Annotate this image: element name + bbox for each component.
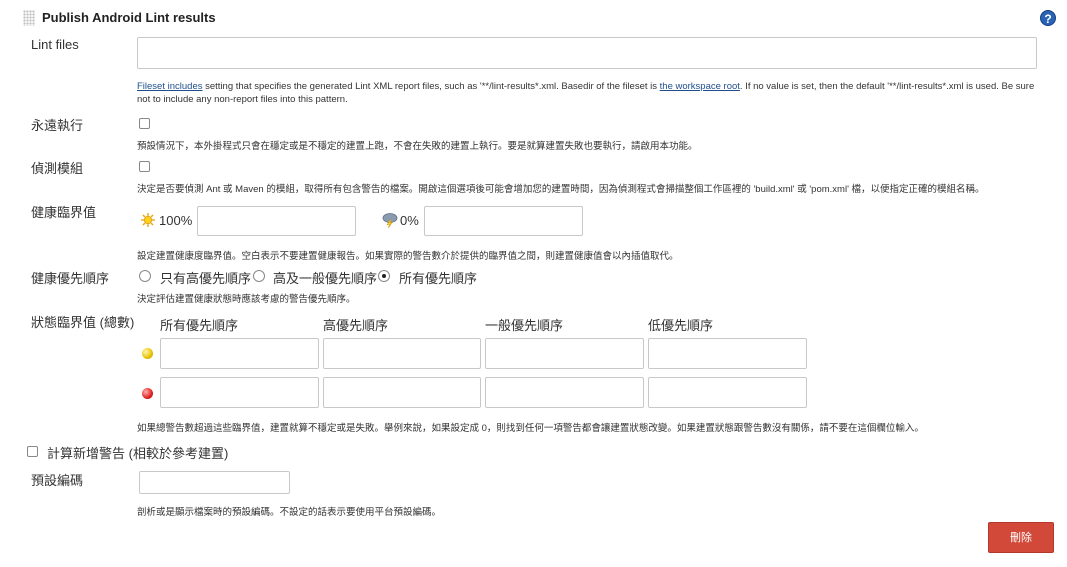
lint-files-description: Fileset includes setting that specifies … <box>137 80 1037 106</box>
failed-total-normal-input[interactable] <box>485 377 644 408</box>
fileset-includes-link[interactable]: Fileset includes <box>137 81 202 92</box>
priority-radio-all[interactable] <box>378 270 390 282</box>
section-title: Publish Android Lint results <box>42 10 216 25</box>
priority-option-high-label: 只有高優先順序 <box>160 271 252 286</box>
health-threshold-label: 健康臨界值 <box>31 205 97 220</box>
unstable-total-normal-input[interactable] <box>485 338 644 369</box>
failed-total-low-input[interactable] <box>648 377 807 408</box>
lint-files-input[interactable] <box>137 37 1037 69</box>
healthy-percent-label: 100% <box>159 213 193 228</box>
priority-radio-high[interactable] <box>139 270 151 282</box>
compute-new-warnings-label: 計算新增警告 (相較於參考建置) <box>47 446 229 461</box>
failed-red-ball-icon <box>142 388 153 399</box>
always-run-label: 永遠執行 <box>31 118 84 133</box>
workspace-root-link[interactable]: the workspace root <box>660 81 740 92</box>
always-run-description: 預設情況下，本外掛程式只會在穩定或是不穩定的建置上跑，不會在失敗的建置上執行。要… <box>137 141 698 152</box>
health-threshold-description: 設定建置健康度臨界值。空白表示不要建置健康報告。如果實際的警告數介於提供的臨界值… <box>137 251 679 262</box>
column-header-high-priority: 高優先順序 <box>323 318 389 333</box>
column-header-all-priorities: 所有優先順序 <box>160 318 239 333</box>
column-header-normal-priority: 一般優先順序 <box>485 318 564 333</box>
drag-handle-icon[interactable] <box>23 10 35 26</box>
sunny-weather-icon <box>141 213 155 227</box>
unhealthy-percent-label: 0% <box>400 213 419 228</box>
always-run-checkbox[interactable] <box>139 118 150 129</box>
health-priority-description: 決定評估建置健康狀態時應該考慮的警告優先順序。 <box>137 294 356 305</box>
unstable-total-low-input[interactable] <box>648 338 807 369</box>
lint-files-label: Lint files <box>31 37 79 52</box>
status-threshold-label: 狀態臨界值 (總數) <box>31 315 135 330</box>
failed-total-high-input[interactable] <box>323 377 481 408</box>
unstable-yellow-ball-icon <box>142 348 153 359</box>
priority-option-all-label: 所有優先順序 <box>399 271 478 286</box>
detect-modules-label: 偵測模組 <box>31 161 84 176</box>
priority-radio-normal[interactable] <box>253 270 265 282</box>
status-threshold-description: 如果總警告數超過這些臨界值，建置就算不穩定或是失敗。舉例來說，如果設定成 0，則… <box>137 423 924 434</box>
delete-button[interactable]: 刪除 <box>988 522 1054 553</box>
healthy-threshold-input[interactable] <box>197 206 356 236</box>
compute-new-warnings-checkbox[interactable] <box>27 446 38 457</box>
stormy-weather-icon <box>382 213 398 228</box>
priority-option-normal-label: 高及一般優先順序 <box>273 271 378 286</box>
unstable-total-all-input[interactable] <box>160 338 319 369</box>
default-encoding-description: 剖析或是顯示檔案時的預設編碼。不設定的話表示要使用平台預設編碼。 <box>137 507 442 518</box>
default-encoding-input[interactable] <box>139 471 290 494</box>
column-header-low-priority: 低優先順序 <box>648 318 714 333</box>
detect-modules-description: 決定是否要偵測 Ant 或 Maven 的模組，取得所有包含警告的檔案。開啟這個… <box>137 184 985 195</box>
failed-total-all-input[interactable] <box>160 377 319 408</box>
unstable-total-high-input[interactable] <box>323 338 481 369</box>
detect-modules-checkbox[interactable] <box>139 161 150 172</box>
unhealthy-threshold-input[interactable] <box>424 206 583 236</box>
default-encoding-label: 預設編碼 <box>31 473 84 488</box>
health-priority-label: 健康優先順序 <box>31 271 110 286</box>
help-icon[interactable]: ? <box>1040 10 1056 26</box>
lint-files-desc-text-1: setting that specifies the generated Lin… <box>202 81 660 92</box>
